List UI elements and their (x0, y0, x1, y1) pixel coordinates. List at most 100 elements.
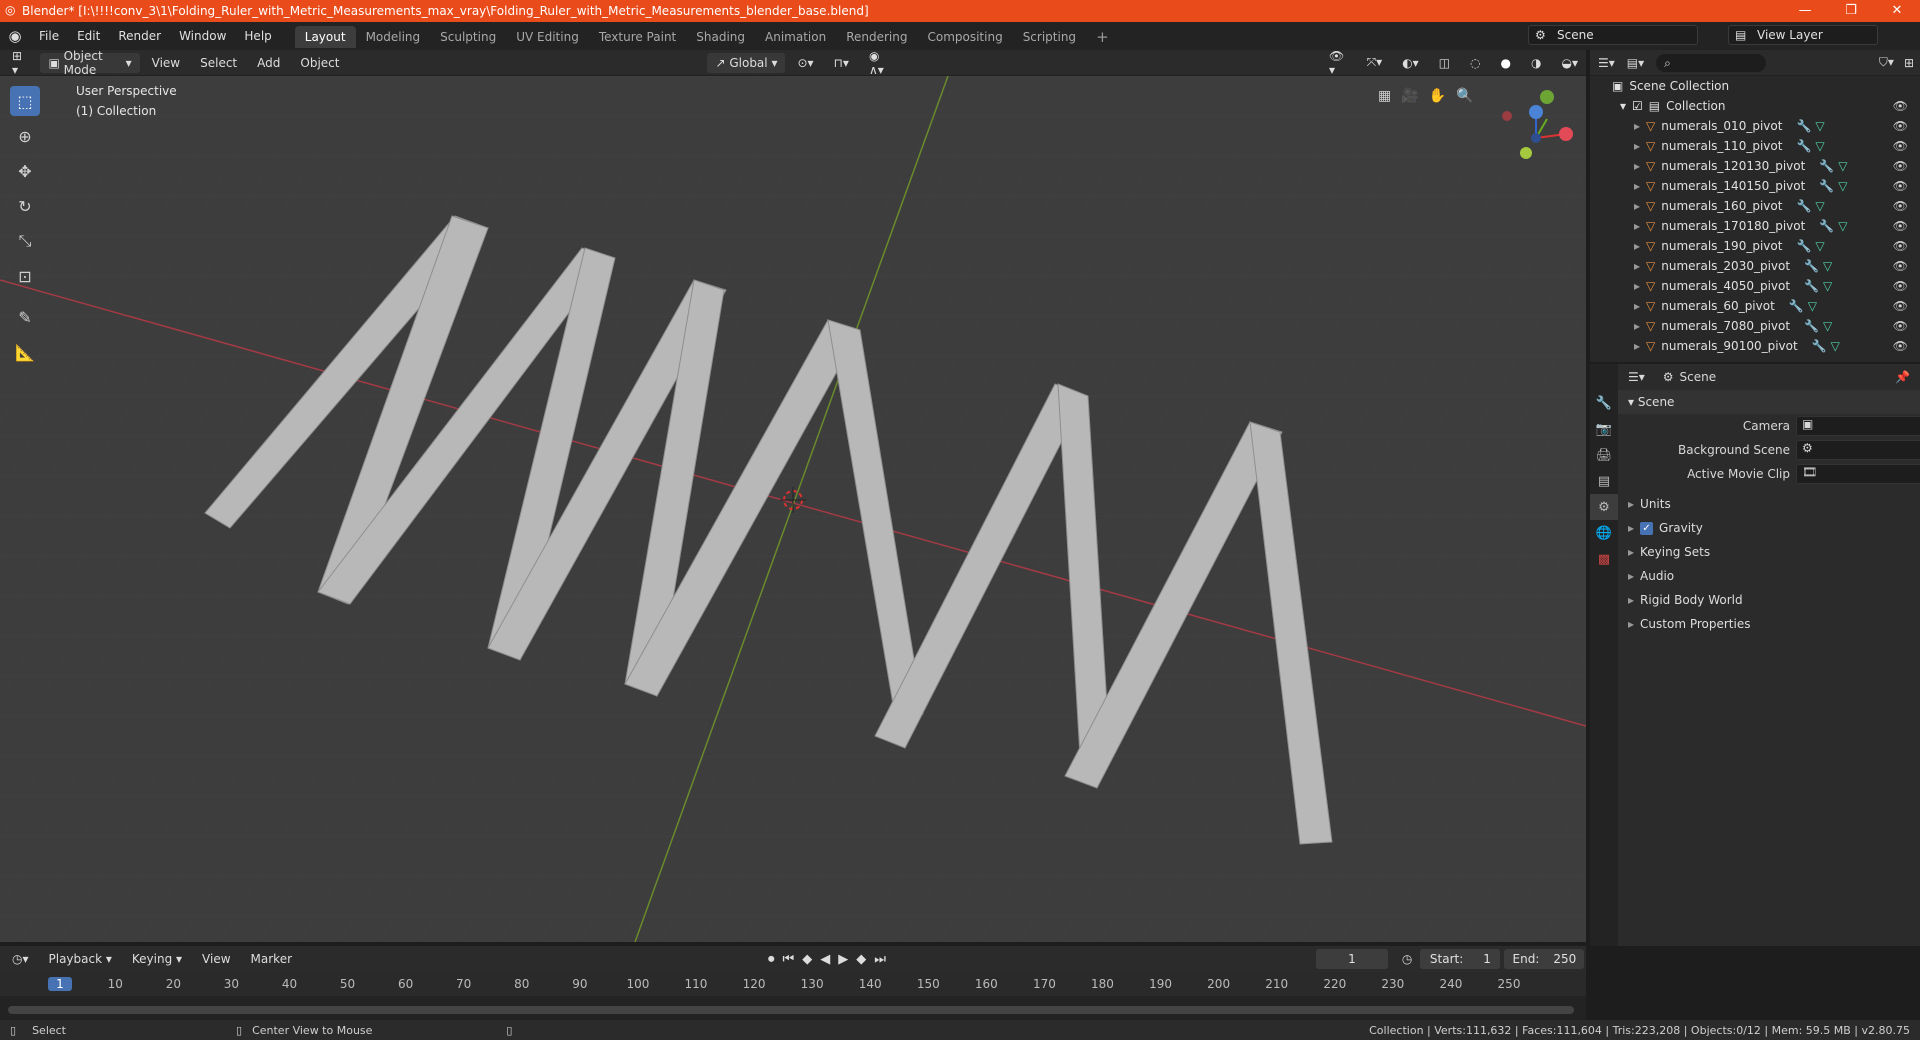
modifier-wrench-icon[interactable]: 🔧 (1819, 219, 1834, 233)
tab-sculpting[interactable]: Sculpting (430, 26, 506, 48)
overlay-icon[interactable]: ◐▾ (1394, 53, 1427, 73)
modifier-wrench-icon[interactable]: 🔧 (1796, 139, 1811, 153)
new-collection-icon[interactable]: ⊞ (1904, 56, 1914, 70)
add-menu[interactable]: Add (249, 53, 288, 73)
section-units[interactable]: ▸ Units (1618, 492, 1920, 516)
eye-icon[interactable]: 👁 (1893, 139, 1908, 153)
eye-icon[interactable]: 👁 (1893, 319, 1908, 333)
menu-render[interactable]: Render (118, 29, 161, 43)
eye-icon[interactable]: 👁 (1893, 239, 1908, 253)
camera-view-icon[interactable]: 🎥 (1401, 88, 1418, 104)
annotate-tool[interactable]: ✎ (10, 302, 40, 332)
section-rigid-body-world[interactable]: ▸ Rigid Body World (1618, 588, 1920, 612)
move-tool[interactable]: ✥ (10, 156, 40, 186)
eye-icon[interactable]: 👁 (1893, 219, 1908, 233)
shading-rendered-icon[interactable]: ◒▾ (1553, 53, 1586, 73)
collection-expand-icon[interactable]: ▾ (1620, 99, 1626, 113)
outliner-item[interactable]: ▸ ▽ numerals_110_pivot 🔧 ▽ 👁 (1590, 136, 1920, 156)
rotate-tool[interactable]: ↻ (10, 191, 40, 221)
scene-selector[interactable]: ⚙ Scene (1528, 25, 1698, 45)
grid-toggle-icon[interactable]: ▦ (1378, 88, 1391, 104)
mesh-data-icon[interactable]: ▽ (1823, 259, 1832, 273)
mesh-data-icon[interactable]: ▽ (1823, 279, 1832, 293)
zoom-icon[interactable]: 🔍 (1456, 88, 1473, 104)
current-frame-field[interactable]: 1 (1315, 949, 1388, 969)
section-custom-properties[interactable]: ▸ Custom Properties (1618, 612, 1920, 636)
expand-arrow-icon[interactable]: ▸ (1634, 199, 1640, 213)
tab-compositing[interactable]: Compositing (917, 26, 1012, 48)
pan-hand-icon[interactable]: ✋ (1429, 88, 1446, 104)
timeline-scrollbar[interactable] (8, 1006, 1574, 1014)
section-gravity[interactable]: ▸ ✓ Gravity (1618, 516, 1920, 540)
mesh-data-icon[interactable]: ▽ (1838, 159, 1847, 173)
timeline-area[interactable]: 1 10 20 30 40 50 60 70 80 90 100 110 120 130 140 150 160… (0, 972, 1586, 1020)
tab-shading[interactable]: Shading (686, 26, 755, 48)
expand-arrow-icon[interactable]: ▸ (1634, 259, 1640, 273)
snap-icon[interactable]: ⊓▾ (826, 53, 857, 73)
orientation-dropdown[interactable]: ↗ Global ▾ (707, 52, 786, 73)
proportional-edit-icon[interactable]: ◉ ∧▾ (861, 49, 901, 77)
eye-icon[interactable]: 👁 (1893, 179, 1908, 193)
section-audio[interactable]: ▸ Audio (1618, 564, 1920, 588)
movie-clip-field[interactable]: 🎞 (1796, 464, 1920, 484)
menu-edit[interactable]: Edit (77, 29, 100, 43)
modifier-wrench-icon[interactable]: 🔧 (1819, 159, 1834, 173)
outliner-item[interactable]: ▸ ▽ numerals_190_pivot 🔧 ▽ 👁 (1590, 236, 1920, 256)
view-layer-tab-icon[interactable]: ▤ (1590, 468, 1618, 494)
mesh-data-icon[interactable]: ▽ (1831, 339, 1840, 353)
modifier-wrench-icon[interactable]: 🔧 (1812, 339, 1827, 353)
expand-arrow-icon[interactable]: ▸ (1634, 239, 1640, 253)
modifier-wrench-icon[interactable]: 🔧 (1796, 239, 1811, 253)
next-key-icon[interactable]: ◆ (856, 952, 866, 967)
play-icon[interactable]: ▶ (838, 952, 848, 967)
expand-arrow-icon[interactable]: ▸ (1634, 279, 1640, 293)
pin-icon[interactable]: 📌 (1895, 370, 1910, 384)
outliner-editor-icon[interactable]: ☰▾ (1598, 56, 1615, 70)
blender-menu-icon[interactable]: ◉ (0, 27, 30, 45)
expand-arrow-icon[interactable]: ▸ (1634, 219, 1640, 233)
eye-icon[interactable]: 👁 (1893, 159, 1908, 173)
mesh-data-icon[interactable]: ▽ (1823, 319, 1832, 333)
section-keying-sets[interactable]: ▸ Keying Sets (1618, 540, 1920, 564)
shading-material-icon[interactable]: ◑ (1523, 53, 1549, 73)
keying-menu[interactable]: Keying ▾ (124, 949, 190, 969)
shading-solid-icon[interactable]: ● (1493, 53, 1519, 73)
texture-tab-icon[interactable]: ▩ (1590, 546, 1618, 572)
current-frame-marker[interactable]: 1 (48, 977, 72, 991)
background-scene-field[interactable]: ⚙ (1796, 440, 1920, 460)
output-tab-icon[interactable]: 🖨 (1590, 442, 1618, 468)
timeline-editor-icon[interactable]: ◷▾ (4, 949, 37, 969)
eye-icon[interactable]: 👁 (1893, 259, 1908, 273)
outliner-item[interactable]: ▸ ▽ numerals_60_pivot 🔧 ▽ 👁 (1590, 296, 1920, 316)
outliner-item[interactable]: ▸ ▽ numerals_160_pivot 🔧 ▽ 👁 (1590, 196, 1920, 216)
transform-tool[interactable]: ⊡ (10, 261, 40, 291)
expand-arrow-icon[interactable]: ▸ (1634, 339, 1640, 353)
tab-uv-editing[interactable]: UV Editing (506, 26, 589, 48)
tab-animation[interactable]: Animation (755, 26, 836, 48)
modifier-wrench-icon[interactable]: 🔧 (1804, 259, 1819, 273)
menu-file[interactable]: File (39, 29, 59, 43)
outliner-item[interactable]: ▸ ▽ numerals_010_pivot 🔧 ▽ 👁 (1590, 116, 1920, 136)
mesh-data-icon[interactable]: ▽ (1815, 199, 1824, 213)
menu-window[interactable]: Window (179, 29, 226, 43)
record-icon[interactable]: ⏺ (768, 952, 775, 967)
outliner-search-input[interactable]: ⌕ (1656, 53, 1767, 72)
xray-icon[interactable]: ◫ (1431, 53, 1458, 73)
add-workspace-icon[interactable]: + (1086, 26, 1119, 48)
outliner-item[interactable]: ▸ ▽ numerals_140150_pivot 🔧 ▽ 👁 (1590, 176, 1920, 196)
pivot-icon[interactable]: ⊙▾ (789, 53, 821, 73)
mesh-data-icon[interactable]: ▽ (1815, 119, 1824, 133)
eye-icon[interactable]: 👁 (1893, 339, 1908, 353)
object-menu[interactable]: Object (292, 53, 347, 73)
expand-arrow-icon[interactable]: ▸ (1634, 299, 1640, 313)
expand-arrow-icon[interactable]: ▸ (1634, 159, 1640, 173)
maximize-button[interactable]: ❐ (1828, 0, 1874, 22)
modifier-wrench-icon[interactable]: 🔧 (1804, 319, 1819, 333)
eye-icon[interactable]: 👁 (1893, 99, 1908, 113)
filter-icon[interactable]: ⛉▾ (1879, 55, 1894, 70)
3d-viewport[interactable]: ⬚ ⊕ ✥ ↻ ⤡ ⊡ ✎ 📐 User Perspective (1) Col… (0, 76, 1586, 942)
jump-start-icon[interactable]: ⏮ (783, 952, 795, 967)
minimize-button[interactable]: — (1782, 0, 1828, 22)
eye-icon[interactable]: 👁 (1893, 279, 1908, 293)
outliner-item[interactable]: ▸ ▽ numerals_7080_pivot 🔧 ▽ 👁 (1590, 316, 1920, 336)
